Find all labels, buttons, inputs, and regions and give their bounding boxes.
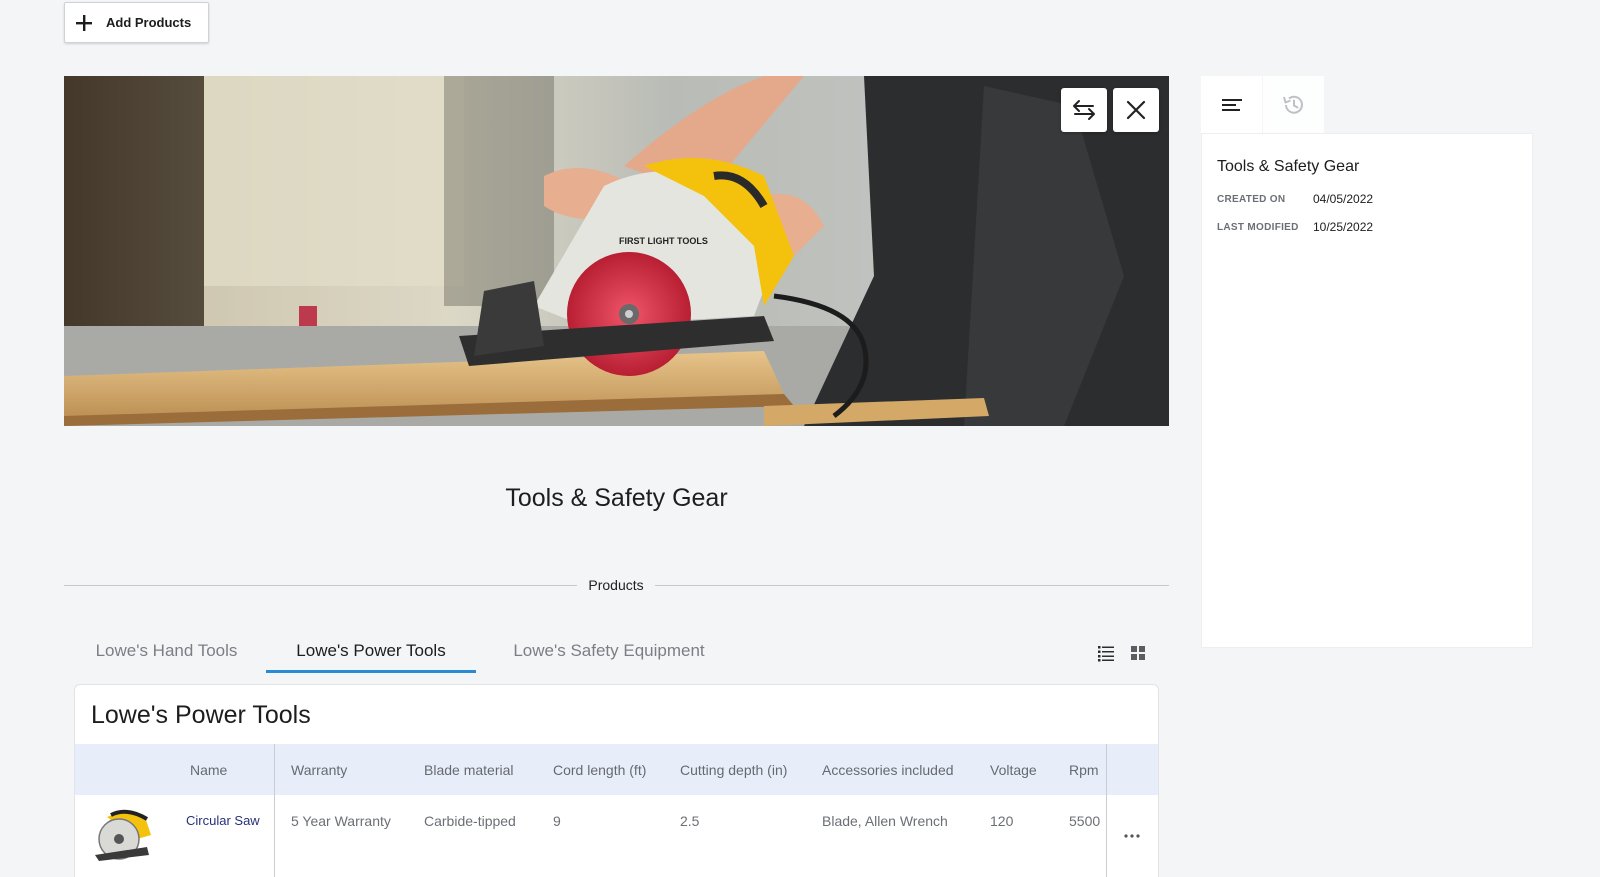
add-products-button[interactable]: Add Products [64, 2, 209, 43]
svg-text:FIRST LIGHT TOOLS: FIRST LIGHT TOOLS [619, 236, 708, 246]
created-on-label: CREATED ON [1217, 194, 1286, 205]
plus-icon [76, 14, 92, 31]
cell-rpm: 5500 [1069, 813, 1101, 829]
tab-lowes-power-tools[interactable]: Lowe's Power Tools [266, 641, 476, 673]
circular-saw-thumbnail [95, 809, 151, 861]
details-lines-icon [1221, 98, 1242, 111]
table-title: Lowe's Power Tools [91, 701, 311, 729]
sidebar-tab-history[interactable] [1263, 76, 1324, 133]
created-on-value: 04/05/2022 [1313, 192, 1374, 206]
hero-image: FIRST LIGHT TOOLS [64, 76, 1169, 426]
column-header-cord-length[interactable]: Cord length (ft) [553, 762, 646, 778]
swap-image-button[interactable] [1061, 88, 1107, 132]
cell-voltage: 120 [990, 813, 1014, 829]
column-header-name[interactable]: Name [190, 762, 227, 778]
close-icon [1126, 100, 1146, 120]
column-header-blade-material[interactable]: Blade material [424, 762, 514, 778]
sidebar-title: Tools & Safety Gear [1217, 158, 1360, 175]
column-header-accessories[interactable]: Accessories included [822, 762, 954, 778]
sidebar-tab-details[interactable] [1201, 76, 1262, 133]
tab-lowes-hand-tools[interactable]: Lowe's Hand Tools [94, 641, 239, 673]
more-options-icon[interactable] [1121, 830, 1143, 842]
cell-cutting-depth: 2.5 [680, 813, 700, 829]
page-title: Tools & Safety Gear [505, 484, 728, 512]
column-header-rpm[interactable]: Rpm [1069, 762, 1099, 778]
history-clock-icon [1282, 95, 1303, 114]
product-name-link[interactable]: Circular Saw [186, 813, 260, 828]
column-header-cutting-depth[interactable]: Cutting depth (in) [680, 762, 787, 778]
details-sidebar: Tools & Safety Gear CREATED ON 04/05/202… [1201, 76, 1533, 648]
tab-lowes-safety-equipment[interactable]: Lowe's Safety Equipment [504, 641, 714, 673]
column-header-warranty[interactable]: Warranty [291, 762, 347, 778]
list-view-icon[interactable] [1096, 643, 1116, 663]
table-row[interactable]: Circular Saw 5 Year Warranty Carbide-tip… [75, 795, 1158, 877]
cell-blade-material: Carbide-tipped [424, 813, 516, 829]
cell-cord-length: 9 [553, 813, 561, 829]
swap-arrows-icon [1073, 100, 1095, 120]
products-table-card: Lowe's Power Tools Name Warranty Blade m… [74, 684, 1159, 877]
remove-image-button[interactable] [1113, 88, 1159, 132]
last-modified-label: LAST MODIFIED [1217, 222, 1299, 233]
table-header-row: Name Warranty Blade material Cord length… [75, 744, 1158, 795]
circular-saw-photo: FIRST LIGHT TOOLS [64, 76, 1169, 426]
column-header-voltage[interactable]: Voltage [990, 762, 1037, 778]
add-products-label: Add Products [106, 15, 192, 30]
products-section-label: Products [577, 577, 655, 593]
grid-view-icon[interactable] [1128, 643, 1148, 663]
sidebar-details-panel: Tools & Safety Gear CREATED ON 04/05/202… [1201, 133, 1533, 648]
last-modified-value: 10/25/2022 [1313, 220, 1374, 234]
cell-accessories: Blade, Allen Wrench [822, 813, 948, 829]
cell-warranty: 5 Year Warranty [291, 813, 391, 829]
